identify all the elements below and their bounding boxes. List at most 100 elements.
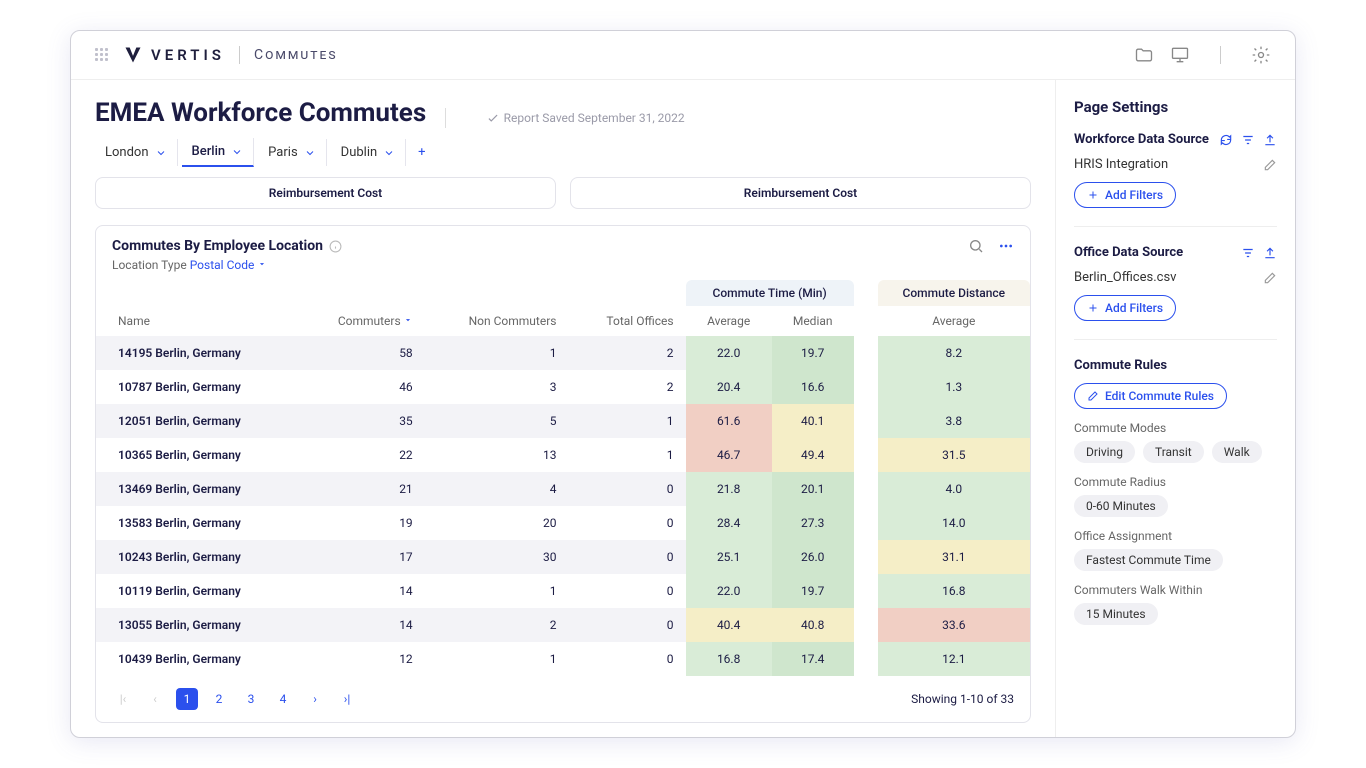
col-time-median[interactable]: Median — [772, 306, 854, 336]
folder-icon[interactable] — [1134, 45, 1154, 65]
refresh-icon[interactable] — [1219, 133, 1233, 147]
drag-handle-icon[interactable] — [95, 48, 109, 62]
upload-icon[interactable] — [1263, 133, 1277, 147]
cell-name: 10119 Berlin, Germany — [96, 574, 298, 608]
caret-down-icon — [257, 259, 267, 269]
cell-time-avg: 16.8 — [686, 642, 772, 676]
cell-offices: 1 — [568, 404, 685, 438]
cell-commuters: 14 — [298, 574, 425, 608]
cell-name: 12051 Berlin, Germany — [96, 404, 298, 438]
page-title: EMEA Workforce Commutes — [95, 98, 426, 128]
plus-icon — [1087, 189, 1099, 201]
page-first[interactable]: |‹ — [112, 688, 134, 710]
tab-paris[interactable]: Paris — [258, 139, 326, 166]
cell-dist-avg: 16.8 — [878, 574, 1030, 608]
col-offices[interactable]: Total Offices — [568, 306, 685, 336]
table-row[interactable]: 10787 Berlin, Germany463220.416.61.3 — [96, 370, 1030, 404]
cell-name: 10365 Berlin, Germany — [96, 438, 298, 472]
cell-noncommuters: 1 — [425, 574, 569, 608]
info-icon[interactable] — [329, 240, 342, 253]
cell-dist-avg: 12.1 — [878, 642, 1030, 676]
walk-label: Commuters Walk Within — [1074, 583, 1277, 597]
page-prev[interactable]: ‹ — [144, 688, 166, 710]
tab-berlin[interactable]: Berlin — [182, 138, 255, 167]
tab-london[interactable]: London — [95, 139, 178, 166]
col-commuters[interactable]: Commuters — [298, 306, 425, 336]
cell-name: 10787 Berlin, Germany — [96, 370, 298, 404]
cell-time-median: 16.6 — [772, 370, 854, 404]
col-dist-avg[interactable]: Average — [878, 306, 1030, 336]
page-4[interactable]: 4 — [272, 688, 294, 710]
gear-icon[interactable] — [1251, 45, 1271, 65]
filter-icon[interactable] — [1241, 133, 1255, 147]
cell-dist-avg: 33.6 — [878, 608, 1030, 642]
sort-desc-icon — [403, 315, 413, 325]
location-type-label: Location Type — [112, 258, 187, 272]
edit-rules-button[interactable]: Edit Commute Rules — [1074, 383, 1227, 409]
table-row[interactable]: 10119 Berlin, Germany141022.019.716.8 — [96, 574, 1030, 608]
cell-commuters: 22 — [298, 438, 425, 472]
location-type-select[interactable]: Postal Code — [190, 258, 268, 272]
table-row[interactable]: 13583 Berlin, Germany1920028.427.314.0 — [96, 506, 1030, 540]
table-row[interactable]: 14195 Berlin, Germany581222.019.78.2 — [96, 336, 1030, 370]
page-3[interactable]: 3 — [240, 688, 262, 710]
upload-icon[interactable] — [1263, 246, 1277, 260]
page-last[interactable]: ›| — [336, 688, 358, 710]
col-group-distance: Commute Distance — [878, 280, 1030, 306]
cell-name: 10243 Berlin, Germany — [96, 540, 298, 574]
cell-commuters: 46 — [298, 370, 425, 404]
add-filters-ods-button[interactable]: Add Filters — [1074, 295, 1176, 321]
cell-noncommuters: 2 — [425, 608, 569, 642]
table-row[interactable]: 10439 Berlin, Germany121016.817.412.1 — [96, 642, 1030, 676]
col-noncommuters[interactable]: Non Commuters — [425, 306, 569, 336]
sidebar-title: Page Settings — [1074, 98, 1277, 116]
table-row[interactable]: 12051 Berlin, Germany355161.640.13.8 — [96, 404, 1030, 438]
reimbursement-card-right[interactable]: Reimbursement Cost — [570, 177, 1031, 209]
app-window: VERTIS Commutes EMEA Workforce Commutes … — [70, 30, 1296, 738]
add-filters-wds-button[interactable]: Add Filters — [1074, 182, 1176, 208]
cell-time-avg: 22.0 — [686, 574, 772, 608]
walk-chip[interactable]: 15 Minutes — [1074, 603, 1158, 625]
panel-title: Commutes By Employee Location — [112, 238, 323, 254]
cell-time-median: 26.0 — [772, 540, 854, 574]
col-time-avg[interactable]: Average — [686, 306, 772, 336]
table-row[interactable]: 10365 Berlin, Germany2213146.749.431.5 — [96, 438, 1030, 472]
monitor-icon[interactable] — [1170, 45, 1190, 65]
radius-chip[interactable]: 0-60 Minutes — [1074, 495, 1168, 517]
cell-offices: 0 — [568, 608, 685, 642]
breadcrumb-section[interactable]: Commutes — [254, 47, 338, 63]
cell-time-avg: 20.4 — [686, 370, 772, 404]
wds-value: HRIS Integration — [1074, 157, 1168, 172]
mode-chip[interactable]: Transit — [1143, 441, 1204, 463]
page-next[interactable]: › — [304, 688, 326, 710]
cell-offices: 2 — [568, 370, 685, 404]
cell-time-avg: 46.7 — [686, 438, 772, 472]
add-tab-button[interactable]: + — [410, 139, 433, 166]
assignment-chip[interactable]: Fastest Commute Time — [1074, 549, 1223, 571]
wds-heading: Workforce Data Source — [1074, 132, 1209, 147]
cell-offices: 2 — [568, 336, 685, 370]
cell-commuters: 12 — [298, 642, 425, 676]
search-icon[interactable] — [968, 238, 984, 254]
cell-dist-avg: 4.0 — [878, 472, 1030, 506]
more-icon[interactable] — [998, 238, 1014, 254]
radius-label: Commute Radius — [1074, 475, 1277, 489]
page-2[interactable]: 2 — [208, 688, 230, 710]
table-row[interactable]: 10243 Berlin, Germany1730025.126.031.1 — [96, 540, 1030, 574]
filter-icon[interactable] — [1241, 246, 1255, 260]
cell-offices: 0 — [568, 540, 685, 574]
commutes-by-location-panel: Commutes By Employee Location Location T… — [95, 225, 1031, 723]
edit-icon[interactable] — [1263, 158, 1277, 172]
tab-dublin[interactable]: Dublin — [331, 139, 407, 166]
table-row[interactable]: 13055 Berlin, Germany142040.440.833.6 — [96, 608, 1030, 642]
mode-chip[interactable]: Driving — [1074, 441, 1135, 463]
chevron-down-icon — [155, 147, 167, 159]
table-row[interactable]: 13469 Berlin, Germany214021.820.14.0 — [96, 472, 1030, 506]
reimbursement-card-left[interactable]: Reimbursement Cost — [95, 177, 556, 209]
page-1[interactable]: 1 — [176, 688, 198, 710]
commutes-table: Commute Time (Min) Commute Distance Name… — [96, 280, 1030, 676]
mode-chip[interactable]: Walk — [1212, 441, 1262, 463]
col-name[interactable]: Name — [96, 306, 298, 336]
brand-logo[interactable]: VERTIS — [123, 45, 225, 65]
edit-icon[interactable] — [1263, 271, 1277, 285]
